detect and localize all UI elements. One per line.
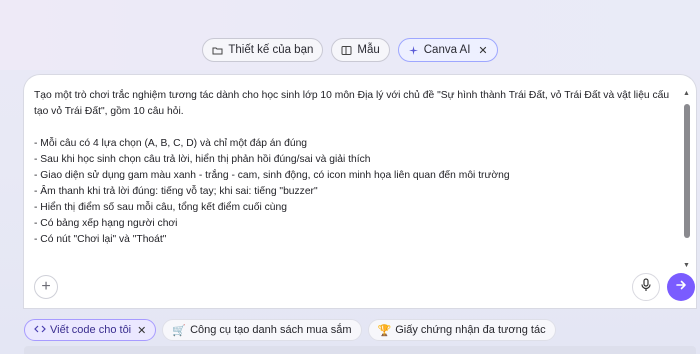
microphone-icon [640,277,652,297]
folder-icon [212,45,223,56]
chip-label: Công cụ tạo danh sách mua sắm [190,324,352,336]
prompt-panel: Tạo một trò chơi trắc nghiệm tương tác d… [24,75,696,308]
arrow-right-icon [675,278,687,296]
scroll-up-arrow-icon[interactable]: ▲ [683,90,690,98]
scrollbar[interactable]: ▲ ▼ [683,90,690,269]
chip-write-code[interactable]: Viết code cho tôi ✕ [24,319,157,341]
tab-label: Thiết kế của bạn [228,44,314,56]
microphone-button[interactable] [632,273,660,301]
tab-canva-ai[interactable]: Canva AI ✕ [397,38,498,62]
send-button[interactable] [667,273,695,301]
add-button[interactable]: + [34,275,58,299]
tab-templates[interactable]: Mẫu [331,38,390,62]
tab-your-designs[interactable]: Thiết kế của bạn [202,38,324,62]
bottom-edge [24,346,696,354]
chip-interactive-certificate[interactable]: 🏆 Giấy chứng nhận đa tương tác [367,319,556,341]
suggestion-chips: Viết code cho tôi ✕ 🛒 Công cụ tạo danh s… [24,318,556,342]
prompt-input[interactable]: Tạo một trò chơi trắc nghiệm tương tác d… [34,88,674,248]
plus-icon: + [41,278,51,295]
sparkle-icon [408,45,419,56]
template-icon [341,45,352,56]
cart-icon: 🛒 [172,324,187,337]
chip-label: Giấy chứng nhận đa tương tác [395,324,546,336]
chip-shopping-list-tool[interactable]: 🛒 Công cụ tạo danh sách mua sắm [162,319,362,341]
tab-label: Canva AI [423,44,471,56]
code-icon [34,324,46,337]
tab-label: Mẫu [357,44,380,56]
top-tabs: Thiết kế của bạn Mẫu Canva AI ✕ [0,38,700,62]
trophy-icon: 🏆 [377,324,392,337]
scrollbar-thumb[interactable] [684,104,690,238]
close-icon[interactable]: ✕ [137,324,146,337]
scroll-down-arrow-icon[interactable]: ▼ [683,262,690,270]
chip-label: Viết code cho tôi [50,324,132,336]
close-icon[interactable]: ✕ [478,44,487,57]
